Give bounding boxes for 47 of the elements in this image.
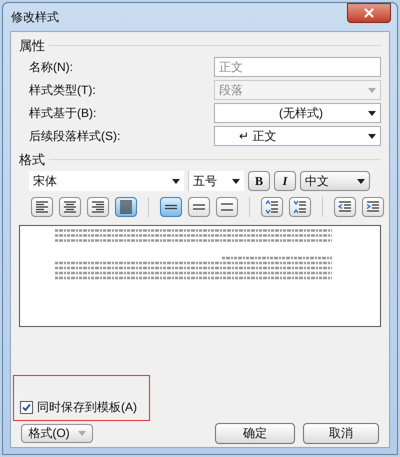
paragraph-format-button[interactable] bbox=[362, 197, 384, 217]
align-center-icon bbox=[62, 199, 78, 215]
italic-button[interactable]: I bbox=[274, 171, 296, 191]
dropdown-field[interactable]: ↵ 正文 bbox=[214, 126, 381, 146]
section-heading: 格式 bbox=[19, 150, 45, 168]
dropdown-arrow-icon bbox=[368, 110, 376, 116]
dropdown-arrow-icon bbox=[232, 178, 240, 184]
field-label: 样式基于(B): bbox=[29, 105, 98, 122]
input-field[interactable]: 正文 bbox=[214, 57, 381, 77]
paragraph-format-button[interactable] bbox=[216, 197, 238, 217]
align-left-icon bbox=[34, 199, 50, 215]
paragraph-format-button[interactable] bbox=[188, 197, 210, 217]
paragraph-format-button[interactable] bbox=[160, 197, 182, 217]
script-dropdown[interactable]: 中文 bbox=[300, 171, 370, 191]
field-label: 样式类型(T): bbox=[29, 82, 97, 99]
paragraph-format-button[interactable] bbox=[31, 197, 53, 217]
field-label: 名称(N): bbox=[29, 59, 74, 76]
bold-button[interactable]: B bbox=[248, 171, 270, 191]
font-dropdown[interactable]: 宋体 bbox=[29, 171, 184, 191]
space-increase-icon bbox=[264, 199, 280, 215]
dropdown-arrow-icon bbox=[368, 88, 376, 92]
paragraph-format-button[interactable] bbox=[334, 197, 356, 217]
window-title: 修改样式 bbox=[11, 9, 59, 26]
dropdown-field[interactable]: (无样式) bbox=[214, 103, 381, 123]
paragraph-format-button[interactable] bbox=[289, 197, 311, 217]
space-decrease-icon bbox=[292, 199, 308, 215]
section-heading: 属性 bbox=[19, 37, 45, 55]
checkbox-label: 同时保存到模板(A) bbox=[37, 399, 137, 416]
paragraph-format-button[interactable] bbox=[115, 197, 137, 217]
dropdown-arrow-icon bbox=[368, 134, 376, 138]
align-justify-icon bbox=[118, 199, 134, 215]
dropdown-arrow-icon bbox=[357, 178, 365, 184]
paragraph-format-button[interactable] bbox=[261, 197, 283, 217]
checkmark-icon bbox=[22, 402, 31, 412]
format-menu-button[interactable]: 格式(O) bbox=[21, 424, 93, 442]
paragraph-format-button[interactable] bbox=[87, 197, 109, 217]
dropdown-arrow-icon bbox=[78, 430, 86, 436]
paragraph-format-button[interactable] bbox=[59, 197, 81, 217]
close-icon bbox=[362, 6, 376, 20]
font-size-dropdown[interactable]: 五号 bbox=[188, 171, 244, 191]
align-right-icon bbox=[90, 199, 106, 215]
close-button[interactable] bbox=[347, 3, 391, 23]
ok-button[interactable]: 确定 bbox=[215, 422, 295, 444]
field-label: 后续段落样式(S): bbox=[29, 128, 122, 145]
cancel-button[interactable]: 取消 bbox=[303, 422, 379, 444]
checkbox[interactable] bbox=[20, 400, 33, 414]
dropdown-arrow-icon bbox=[172, 178, 180, 184]
